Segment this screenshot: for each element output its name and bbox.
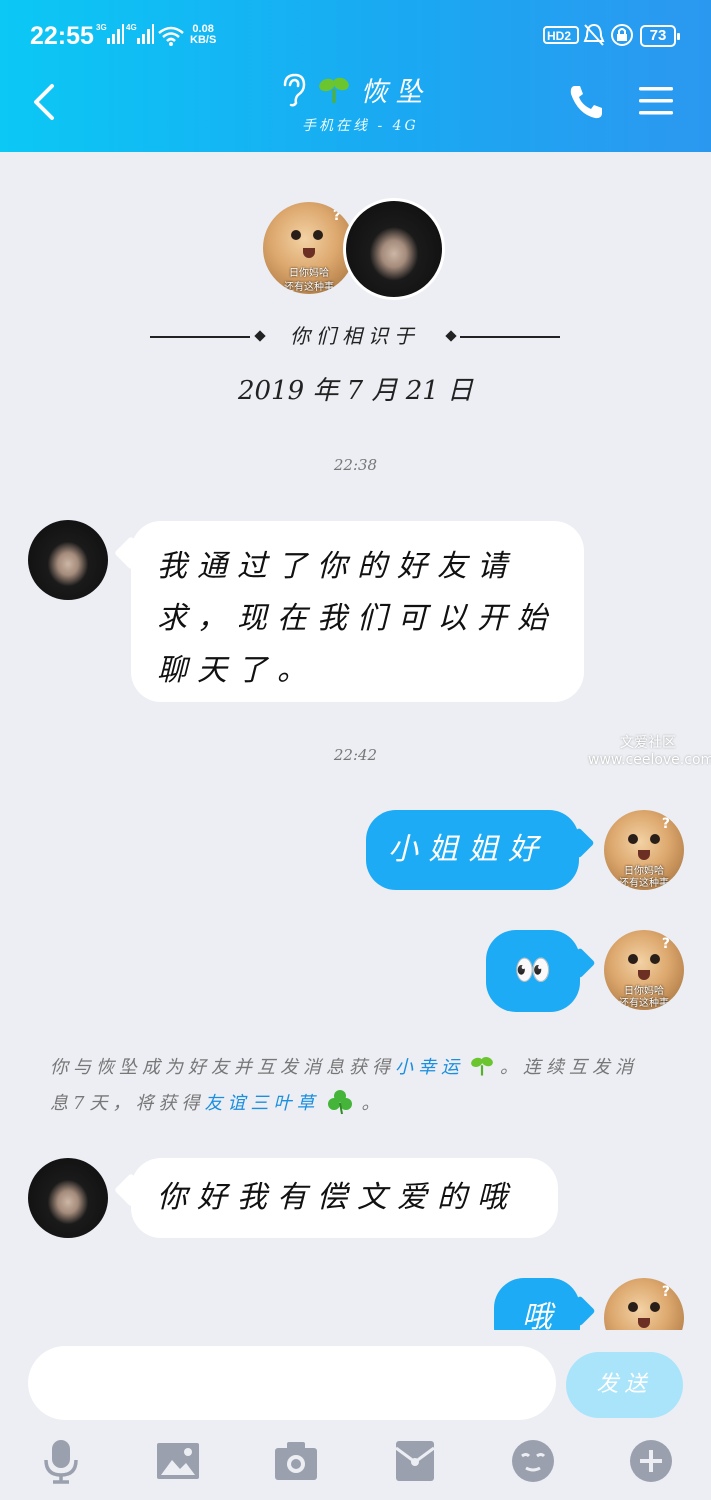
avatar-caption-2: 还有这种事 bbox=[284, 282, 334, 293]
watermark: 文爱社区 www.ceelove.com bbox=[588, 735, 711, 769]
microphone-icon[interactable] bbox=[38, 1438, 84, 1484]
net-speed-unit: KB/S bbox=[190, 34, 217, 46]
red-packet-icon[interactable] bbox=[392, 1438, 438, 1484]
message-time: 22:38 bbox=[333, 456, 378, 474]
contact-name: 恢坠 bbox=[360, 77, 431, 108]
battery-indicator: 73 bbox=[640, 25, 680, 47]
system-text: 你与恢坠成为好友并互发消息获得 bbox=[50, 1057, 395, 1078]
message-text: 你好我有偿文爱的哦 bbox=[157, 1180, 517, 1215]
lock-rotation-icon bbox=[611, 24, 633, 46]
watermark-line2: www.ceelove.com bbox=[588, 752, 711, 768]
net-speed: 0.08 KB/S bbox=[190, 24, 216, 46]
contact-avatar-large bbox=[343, 198, 445, 300]
alarm-off-icon bbox=[583, 23, 605, 46]
ear-icon bbox=[283, 73, 305, 106]
avatar-caption-2: 还有这种事 bbox=[619, 998, 669, 1009]
message-bubble-incoming[interactable]: 我通过了你的好友请求，现在我们可以开始聊天了。 bbox=[131, 521, 584, 702]
phone-icon[interactable] bbox=[566, 82, 606, 122]
eyes-emoji: 👀 bbox=[514, 953, 552, 988]
friendship-clover-link[interactable]: 友谊三叶草 bbox=[204, 1093, 319, 1114]
signal1-label: 3G bbox=[96, 23, 107, 32]
contact-avatar[interactable] bbox=[28, 520, 108, 600]
clover-icon bbox=[328, 1090, 353, 1115]
hd-label: HD2 bbox=[547, 29, 571, 43]
camera-icon[interactable] bbox=[273, 1438, 319, 1484]
status-bar: 22:55 3G 4G 0.08 KB/S HD2 73 bbox=[0, 0, 711, 60]
message-input[interactable] bbox=[28, 1346, 556, 1420]
online-status: 手机在线 - 4G bbox=[302, 118, 419, 134]
message-bubble-outgoing[interactable]: 小姐姐好 bbox=[366, 810, 579, 890]
met-label: 你们相识于 bbox=[290, 324, 420, 348]
chat-header: 22:55 3G 4G 0.08 KB/S HD2 73 恢坠 手机在线 - 4… bbox=[0, 0, 711, 152]
my-avatar[interactable]: ? 日你妈哈 还有这种事 bbox=[604, 930, 684, 1010]
emoji-icon[interactable] bbox=[510, 1438, 556, 1484]
signal-4g-icon: 4G bbox=[126, 23, 154, 44]
wifi-icon bbox=[158, 26, 184, 46]
avatar-caption-2: 还有这种事 bbox=[619, 878, 669, 889]
sprout-icon bbox=[318, 77, 349, 103]
message-bubble-incoming[interactable]: 你好我有偿文爱的哦 bbox=[131, 1158, 558, 1238]
my-avatar[interactable]: ? 日你妈哈 还有这种事 bbox=[604, 810, 684, 890]
sprout-icon bbox=[471, 1057, 493, 1076]
message-text: 我通过了你的好友请求，现在我们可以开始聊天了。 bbox=[157, 549, 557, 688]
contact-avatar[interactable] bbox=[28, 1158, 108, 1238]
met-date: 2019 年 7 月 21 日 bbox=[237, 376, 474, 406]
system-text: 。 bbox=[361, 1093, 385, 1114]
little-luck-link[interactable]: 小幸运 bbox=[395, 1057, 464, 1078]
hd-icon: HD2 bbox=[543, 26, 579, 44]
send-button[interactable]: 发送 bbox=[566, 1352, 683, 1418]
my-avatar-large: ? 日你妈哈 还有这种事 bbox=[263, 202, 355, 294]
message-bubble-outgoing[interactable]: 👀 bbox=[486, 930, 580, 1012]
signal-3g-icon: 3G bbox=[96, 23, 124, 44]
watermark-line1: 文爱社区 bbox=[620, 735, 676, 751]
system-message: 你与恢坠成为好友并互发消息获得小幸运 。连续互发消息7天，将获得友谊三叶草 。 bbox=[50, 1050, 660, 1122]
status-time: 22:55 bbox=[30, 22, 94, 50]
plus-icon[interactable] bbox=[628, 1438, 674, 1484]
avatar-caption-1: 日你妈哈 bbox=[289, 268, 329, 279]
message-text: 小姐姐好 bbox=[388, 832, 548, 867]
image-icon[interactable] bbox=[155, 1438, 201, 1484]
menu-icon[interactable] bbox=[637, 84, 675, 118]
signal2-label: 4G bbox=[126, 23, 137, 32]
